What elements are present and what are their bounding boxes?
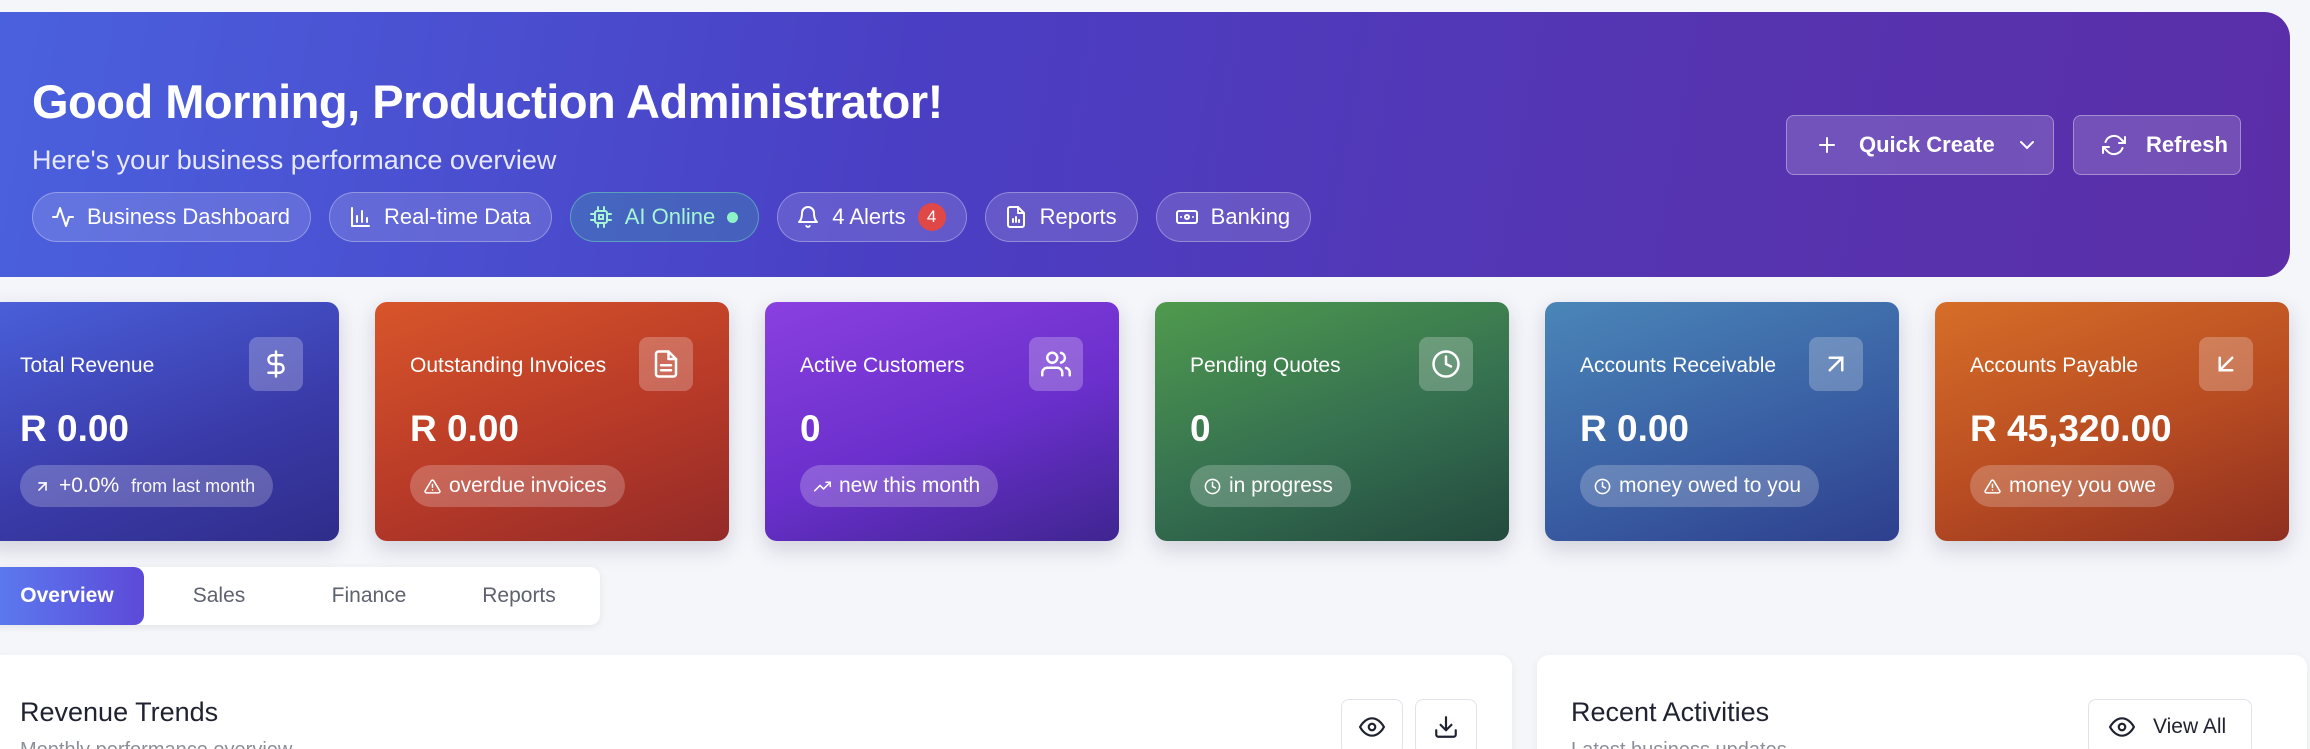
card-label: Accounts Payable xyxy=(1970,354,2139,377)
pill-label: Business Dashboard xyxy=(87,204,291,229)
card-label: Outstanding Invoices xyxy=(410,354,607,377)
pill-label: Reports xyxy=(1039,204,1117,229)
accounts-receivable-card[interactable]: Accounts Receivable R 0.00 money owed to… xyxy=(1545,302,1899,541)
trend-value: +0.0% xyxy=(59,474,120,497)
online-status-dot xyxy=(727,211,739,223)
card-label: Accounts Receivable xyxy=(1580,354,1777,377)
card-status-badge: new this month xyxy=(800,465,999,507)
file-icon xyxy=(1004,205,1028,229)
download-chart-button[interactable] xyxy=(1415,699,1477,749)
card-value: 0 xyxy=(1190,408,1211,449)
active-customers-card[interactable]: Active Customers 0 new this month xyxy=(765,302,1119,541)
recent-activities-panel: Recent Activities Latest business update… xyxy=(1537,655,2307,749)
card-trend-badge: +0.0% from last month xyxy=(20,465,274,507)
refresh-label: Refresh xyxy=(2146,132,2228,157)
pill-label: AI Online xyxy=(624,204,716,229)
quick-create-label: Quick Create xyxy=(1859,132,1995,157)
panel-title: Recent Activities xyxy=(1571,697,1770,727)
card-value: R 0.00 xyxy=(20,408,130,449)
greeting-subtitle: Here's your business performance overvie… xyxy=(32,145,557,175)
card-status-badge: in progress xyxy=(1190,465,1351,507)
ai-online-pill[interactable]: AI Online xyxy=(569,192,760,242)
trending-up-icon xyxy=(814,478,831,495)
card-value: R 0.00 xyxy=(410,408,520,449)
status-pill-row: Business Dashboard Real-time Data AI Onl… xyxy=(32,192,1312,242)
arrow-up-right-icon xyxy=(34,478,51,495)
pill-label: Banking xyxy=(1210,204,1291,229)
view-all-label: View All xyxy=(2153,715,2227,738)
bell-icon xyxy=(796,205,820,229)
business-dashboard-pill[interactable]: Business Dashboard xyxy=(32,192,312,242)
card-label: Pending Quotes xyxy=(1190,354,1341,377)
welcome-banner: Good Morning, Production Administrator! … xyxy=(0,12,2290,277)
eye-icon xyxy=(2109,714,2135,740)
panel-title: Revenue Trends xyxy=(20,697,219,727)
badge-text: money owed to you xyxy=(1619,474,1802,497)
chevron-down-icon xyxy=(2015,133,2039,157)
card-status-badge: money you owe xyxy=(1970,465,2175,507)
pill-label: 4 Alerts xyxy=(832,204,906,229)
badge-text: money you owe xyxy=(2009,474,2157,497)
banknote-icon xyxy=(1175,205,1199,229)
card-value: R 0.00 xyxy=(1580,408,1690,449)
alert-count-badge: 4 xyxy=(917,203,946,231)
pill-label: Real-time Data xyxy=(384,204,531,229)
dashboard-tabs: Overview Sales Finance Reports xyxy=(0,567,600,625)
card-label: Active Customers xyxy=(800,354,965,377)
card-label: Total Revenue xyxy=(20,354,155,377)
cpu-icon xyxy=(589,205,613,229)
tab-finance[interactable]: Finance xyxy=(294,567,444,625)
warning-icon xyxy=(1984,478,2001,495)
outstanding-invoices-card[interactable]: Outstanding Invoices R 0.00 overdue invo… xyxy=(375,302,729,541)
dollar-icon xyxy=(249,337,303,391)
tab-sales[interactable]: Sales xyxy=(144,567,294,625)
badge-text: new this month xyxy=(839,474,981,497)
activity-icon xyxy=(51,205,75,229)
badge-text: overdue invoices xyxy=(449,474,607,497)
banking-pill[interactable]: Banking xyxy=(1155,192,1312,242)
arrow-down-left-icon xyxy=(2199,337,2253,391)
realtime-data-pill[interactable]: Real-time Data xyxy=(329,192,552,242)
card-value: 0 xyxy=(800,408,821,449)
file-text-icon xyxy=(639,337,693,391)
quick-create-button[interactable]: Quick Create xyxy=(1786,115,2054,175)
refresh-button[interactable]: Refresh xyxy=(2073,115,2241,175)
clock-icon xyxy=(1419,337,1473,391)
view-all-button[interactable]: View All xyxy=(2088,699,2252,749)
alerts-pill[interactable]: 4 Alerts 4 xyxy=(777,192,967,242)
view-chart-button[interactable] xyxy=(1341,699,1403,749)
download-icon xyxy=(1433,714,1459,740)
total-revenue-card[interactable]: Total Revenue R 0.00 +0.0% from last mon… xyxy=(0,302,339,541)
badge-text: in progress xyxy=(1229,474,1333,497)
panel-subtitle: Monthly performance overview xyxy=(20,739,292,749)
clock-icon xyxy=(1204,478,1221,495)
accounts-payable-card[interactable]: Accounts Payable R 45,320.00 money you o… xyxy=(1935,302,2289,541)
card-status-badge: overdue invoices xyxy=(410,465,625,507)
refresh-icon xyxy=(2102,133,2126,157)
clock-icon xyxy=(1594,478,1611,495)
arrow-up-right-icon xyxy=(1809,337,1863,391)
card-value: R 45,320.00 xyxy=(1970,408,2172,449)
trend-note: from last month xyxy=(131,475,256,496)
eye-icon xyxy=(1359,714,1385,740)
tab-reports[interactable]: Reports xyxy=(444,567,594,625)
panel-subtitle: Latest business updates xyxy=(1571,739,1787,749)
pending-quotes-card[interactable]: Pending Quotes 0 in progress xyxy=(1155,302,1509,541)
hero-actions: Quick Create Refresh xyxy=(1786,115,2241,175)
revenue-trends-panel: Revenue Trends Monthly performance overv… xyxy=(0,655,1512,749)
tab-overview[interactable]: Overview xyxy=(0,567,144,625)
plus-icon xyxy=(1815,133,1839,157)
users-icon xyxy=(1029,337,1083,391)
reports-pill[interactable]: Reports xyxy=(984,192,1138,242)
greeting-title: Good Morning, Production Administrator! xyxy=(32,75,943,128)
card-status-badge: money owed to you xyxy=(1580,465,1820,507)
bar-chart-icon xyxy=(348,205,372,229)
warning-icon xyxy=(424,478,441,495)
